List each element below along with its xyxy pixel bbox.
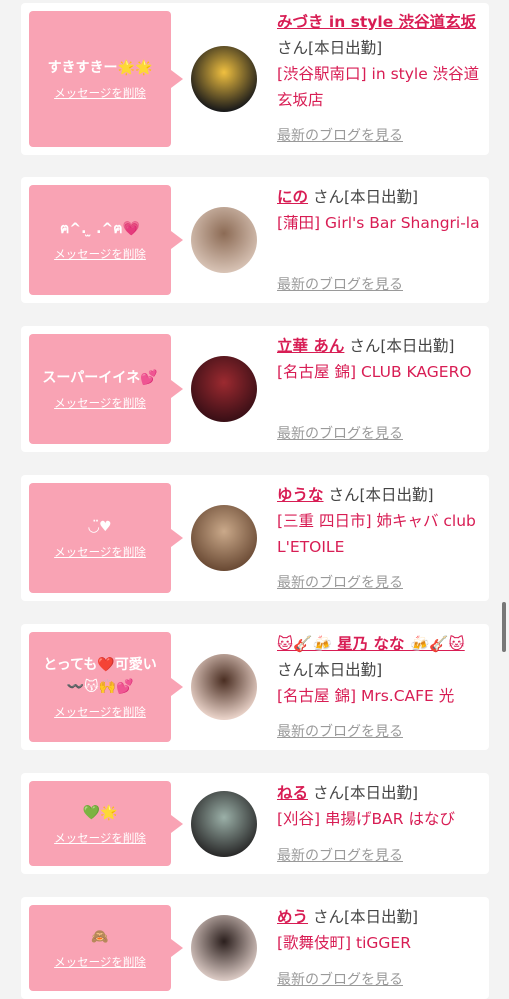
message-card: すきすきー🌟🌟 メッセージを削除 みづき in style 渋谷道玄坂 さん[本… (21, 3, 489, 155)
shop-name: [歌舞伎町] tiGGER (277, 934, 411, 952)
message-card: とっても❤️可愛い 〰️😽🙌💕 メッセージを削除 🐱🎸🍻 星乃 なな 🍻🎸🐱 さ… (21, 624, 489, 750)
shop-name: [刈谷] 串揚げBAR はなび (277, 810, 455, 828)
shop-name: [三重 四日市] 姉キャバ club L'ETOILE (277, 512, 476, 556)
delete-message-link[interactable]: メッセージを削除 (54, 704, 146, 720)
honorific: さん (277, 661, 309, 679)
honorific: さん (328, 486, 360, 504)
message-bubble: ฅ^. ̫ .^ฅ💗 メッセージを削除 (29, 185, 183, 295)
avatar[interactable] (191, 791, 257, 857)
message-list: すきすきー🌟🌟 メッセージを削除 みづき in style 渋谷道玄坂 さん[本… (0, 0, 509, 999)
message-text: ฅ^. ̫ .^ฅ💗 (59, 221, 140, 237)
message-text: 💚🌟 (82, 804, 118, 821)
honorific: さん (312, 188, 344, 206)
avatar[interactable] (191, 46, 257, 112)
work-status: [本日出勤] (343, 784, 419, 802)
shop-name: [蒲田] Girl's Bar Shangri-la (277, 214, 480, 232)
cast-name-link[interactable]: 立華 あん (277, 337, 344, 355)
message-bubble: すきすきー🌟🌟 メッセージを削除 (29, 11, 183, 147)
cast-name-link[interactable]: ゆうな (277, 486, 324, 504)
shop-name: [渋谷駅南口] in style 渋谷道玄坂店 (277, 65, 480, 109)
work-status: [本日出勤] (308, 661, 383, 679)
honorific: さん (312, 784, 344, 802)
cast-name-link[interactable]: 🐱🎸🍻 星乃 なな 🍻🎸🐱 (277, 635, 465, 653)
message-text: ◡̈♥ (88, 519, 112, 535)
honorific: さん (277, 39, 309, 57)
latest-blog-link[interactable]: 最新のブログを見る (277, 572, 403, 592)
cast-name-link[interactable]: にの (277, 188, 308, 206)
latest-blog-link[interactable]: 最新のブログを見る (277, 423, 403, 443)
message-bubble: 🙈 メッセージを削除 (29, 905, 183, 991)
delete-message-link[interactable]: メッセージを削除 (54, 830, 146, 846)
shop-name: [名古屋 錦] Mrs.CAFE 光 (277, 687, 455, 705)
latest-blog-link[interactable]: 最新のブログを見る (277, 721, 403, 741)
cast-name-link[interactable]: ねる (277, 784, 308, 802)
work-status: [本日出勤] (308, 39, 383, 57)
delete-message-link[interactable]: メッセージを削除 (54, 395, 146, 411)
cast-name-link[interactable]: みづき in style 渋谷道玄坂 (277, 13, 476, 31)
message-text: とっても❤️可愛い 〰️😽🙌💕 (43, 657, 157, 695)
message-card: スーパーイイネ💕 メッセージを削除 立華 あん さん[本日出勤] [名古屋 錦]… (21, 326, 489, 452)
message-bubble: ◡̈♥ メッセージを削除 (29, 483, 183, 593)
delete-message-link[interactable]: メッセージを削除 (54, 246, 146, 262)
avatar[interactable] (191, 654, 257, 720)
work-status: [本日出勤] (343, 908, 419, 926)
message-card: 💚🌟 メッセージを削除 ねる さん[本日出勤] [刈谷] 串揚げBAR はなび … (21, 773, 489, 874)
message-text: スーパーイイネ💕 (42, 370, 158, 386)
message-bubble: とっても❤️可愛い 〰️😽🙌💕 メッセージを削除 (29, 632, 183, 742)
message-text: すきすきー🌟🌟 (47, 60, 153, 76)
message-text: 🙈 (91, 929, 109, 945)
latest-blog-link[interactable]: 最新のブログを見る (277, 845, 403, 865)
work-status: [本日出勤] (380, 337, 455, 355)
avatar[interactable] (191, 505, 257, 571)
cast-name-link[interactable]: めう (277, 908, 308, 926)
honorific: さん (349, 337, 381, 355)
latest-blog-link[interactable]: 最新のブログを見る (277, 969, 403, 989)
message-card: ◡̈♥ メッセージを削除 ゆうな さん[本日出勤] [三重 四日市] 姉キャバ … (21, 475, 489, 601)
work-status: [本日出勤] (359, 486, 434, 504)
work-status: [本日出勤] (343, 188, 419, 206)
message-card: ฅ^. ̫ .^ฅ💗 メッセージを削除 にの さん[本日出勤] [蒲田] Gir… (21, 177, 489, 303)
message-bubble: スーパーイイネ💕 メッセージを削除 (29, 334, 183, 444)
message-card: 🙈 メッセージを削除 めう さん[本日出勤] [歌舞伎町] tiGGER 最新の… (21, 897, 489, 999)
avatar[interactable] (191, 207, 257, 273)
message-bubble: 💚🌟 メッセージを削除 (29, 781, 183, 866)
shop-name: [名古屋 錦] CLUB KAGERO (277, 363, 472, 381)
latest-blog-link[interactable]: 最新のブログを見る (277, 274, 403, 294)
latest-blog-link[interactable]: 最新のブログを見る (277, 125, 403, 145)
avatar[interactable] (191, 915, 257, 981)
honorific: さん (312, 908, 344, 926)
delete-message-link[interactable]: メッセージを削除 (54, 544, 146, 560)
avatar[interactable] (191, 356, 257, 422)
delete-message-link[interactable]: メッセージを削除 (54, 85, 146, 101)
delete-message-link[interactable]: メッセージを削除 (54, 954, 146, 970)
scrollbar-thumb[interactable] (502, 602, 506, 652)
